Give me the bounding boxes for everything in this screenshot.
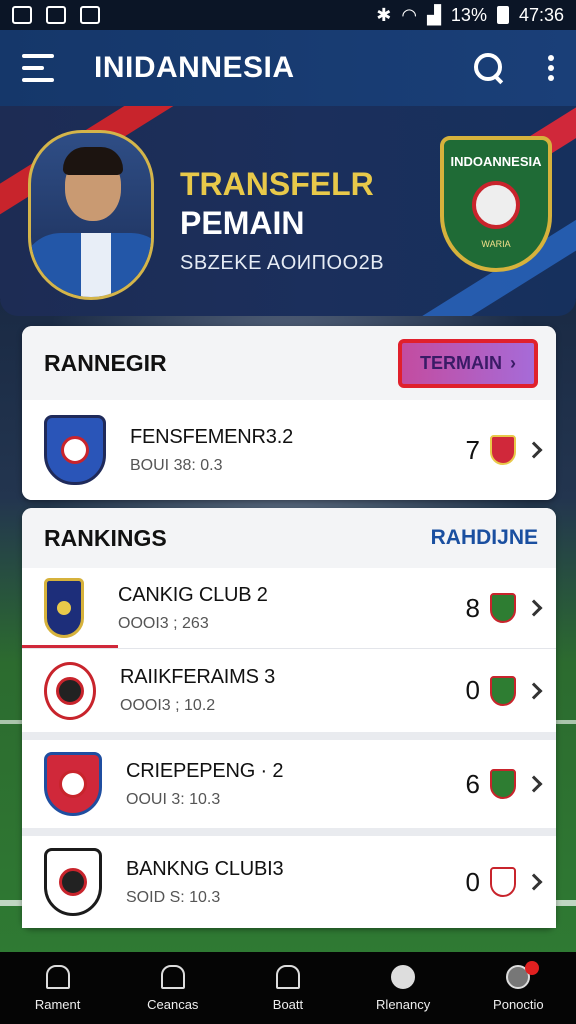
rankings-card: RANKINGS RAHDIJNE CANKIG CLUB 2 OOOI3 ; …	[22, 508, 556, 928]
transfer-section-header: RANNEGIR TERMAIN ›	[22, 326, 556, 400]
chevron-right-icon	[525, 775, 543, 793]
transfer-button[interactable]: TERMAIN ›	[398, 338, 538, 388]
chevron-right-icon: ›	[510, 352, 516, 373]
chevron-right-icon	[525, 873, 543, 891]
nav-item-ceancas[interactable]: Ceancas	[118, 964, 228, 1012]
table-row[interactable]: CRIEPEPENG · 2 OOUI 3: 10.3 6	[22, 732, 556, 828]
item-count: 8	[465, 592, 480, 623]
more-options-icon[interactable]	[548, 55, 554, 81]
shield-icon	[490, 769, 516, 799]
club-badge-icon	[44, 848, 102, 916]
item-subtext: BOUI 38: 0.3	[130, 456, 223, 474]
item-name: CRIEPEPENG · 2	[126, 759, 284, 782]
item-subtext: OOOI3 ; 263	[118, 614, 209, 632]
status-bar: ✱ ◠ ▟ 13% 47:36	[0, 0, 576, 30]
item-subtext: SOID S: 10.3	[126, 888, 221, 906]
item-subtext: OOOI3 ; 10.2	[120, 697, 216, 714]
shield-icon	[490, 593, 516, 623]
hero-title-line1: TRANSFELR	[180, 166, 374, 202]
wifi-icon: ◠	[401, 4, 418, 25]
item-count: 0	[465, 866, 480, 897]
table-row[interactable]: CANKIG CLUB 2 OOOI3 ; 263 8	[22, 568, 556, 648]
nav-item-boatt[interactable]: Boatt	[233, 964, 343, 1012]
hero-text: TRANSFELR PEMAIN SBZEKE AOИПOО2B	[180, 166, 384, 275]
transfer-card: RANNEGIR TERMAIN › FENSFEMENR3.2 BOUI 38…	[22, 326, 556, 500]
nav-item-home[interactable]: Rament	[3, 964, 113, 1012]
club-badge-icon	[44, 578, 84, 638]
table-row[interactable]: RAIIKFERAIMS 3 OOOI3 ; 10.2 0	[22, 648, 556, 732]
status-notifications	[12, 6, 100, 24]
item-name: FENSFEMENR3.2	[130, 425, 293, 448]
hero-title-line2: PEMAIN	[180, 205, 305, 241]
garuda-icon	[472, 181, 520, 229]
rankings-section-header: RANKINGS RAHDIJNE	[22, 508, 556, 568]
shield-icon	[490, 675, 516, 706]
bluetooth-icon: ✱	[376, 4, 392, 25]
item-name: CANKIG CLUB 2	[118, 583, 268, 606]
battery-icon	[496, 6, 509, 24]
chevron-right-icon	[525, 441, 543, 459]
gallery-icon	[46, 6, 66, 24]
club-badge-icon	[44, 661, 96, 720]
bottom-navigation: Rament Ceancas Boatt Rlenancy Ponoctio	[0, 952, 576, 1024]
nav-item-rlenancy[interactable]: Rlenancy	[348, 964, 458, 1012]
section-title: RANKINGS	[44, 524, 167, 551]
house-icon	[275, 964, 300, 989]
heart-icon	[391, 964, 416, 989]
item-subtext: OOUI 3: 10.3	[126, 790, 221, 808]
shield-icon	[490, 435, 516, 465]
hero-subtitle: SBZEKE AOИПOО2B	[180, 252, 385, 274]
club-badge-icon	[44, 415, 106, 485]
image-icon	[12, 6, 32, 24]
hero-banner[interactable]: TRANSFELR PEMAIN SBZEKE AOИПOО2B INDOANN…	[0, 106, 576, 316]
list-item[interactable]: FENSFEMENR3.2 BOUI 38: 0.3 7	[22, 400, 556, 500]
home-outline-icon	[160, 964, 185, 989]
signal-icon: ▟	[427, 4, 441, 25]
nav-item-ponoctio[interactable]: Ponoctio	[463, 960, 573, 1012]
battery-percent: 13%	[450, 4, 487, 25]
app-title: INIDANNESIA	[94, 51, 295, 84]
app-bar: INIDANNESIA	[0, 30, 576, 106]
home-icon	[45, 964, 70, 989]
team-crest-logo: INDOANNESIA WARIA	[440, 136, 552, 272]
status-system: ✱ ◠ ▟ 13% 47:36	[376, 5, 564, 26]
see-all-link[interactable]: RAHDIJNE	[431, 526, 538, 550]
item-count: 6	[465, 768, 480, 799]
item-count: 7	[465, 434, 480, 465]
chevron-right-icon	[525, 682, 543, 699]
clock: 47:36	[518, 4, 564, 25]
section-title: RANNEGIR	[44, 349, 167, 376]
menu-icon[interactable]	[22, 54, 54, 82]
search-icon[interactable]	[474, 53, 504, 83]
player-photo	[28, 130, 154, 300]
chevron-right-icon	[525, 599, 543, 617]
item-name: RAIIKFERAIMS 3	[120, 666, 276, 688]
item-name: BANKNG CLUBI3	[126, 857, 284, 880]
shield-icon	[80, 6, 100, 24]
shield-icon	[490, 867, 516, 897]
notification-dot	[525, 960, 540, 975]
item-count: 0	[465, 675, 480, 705]
table-row[interactable]: BANKNG CLUBI3 SOID S: 10.3 0	[22, 828, 556, 928]
club-badge-icon	[44, 752, 102, 816]
